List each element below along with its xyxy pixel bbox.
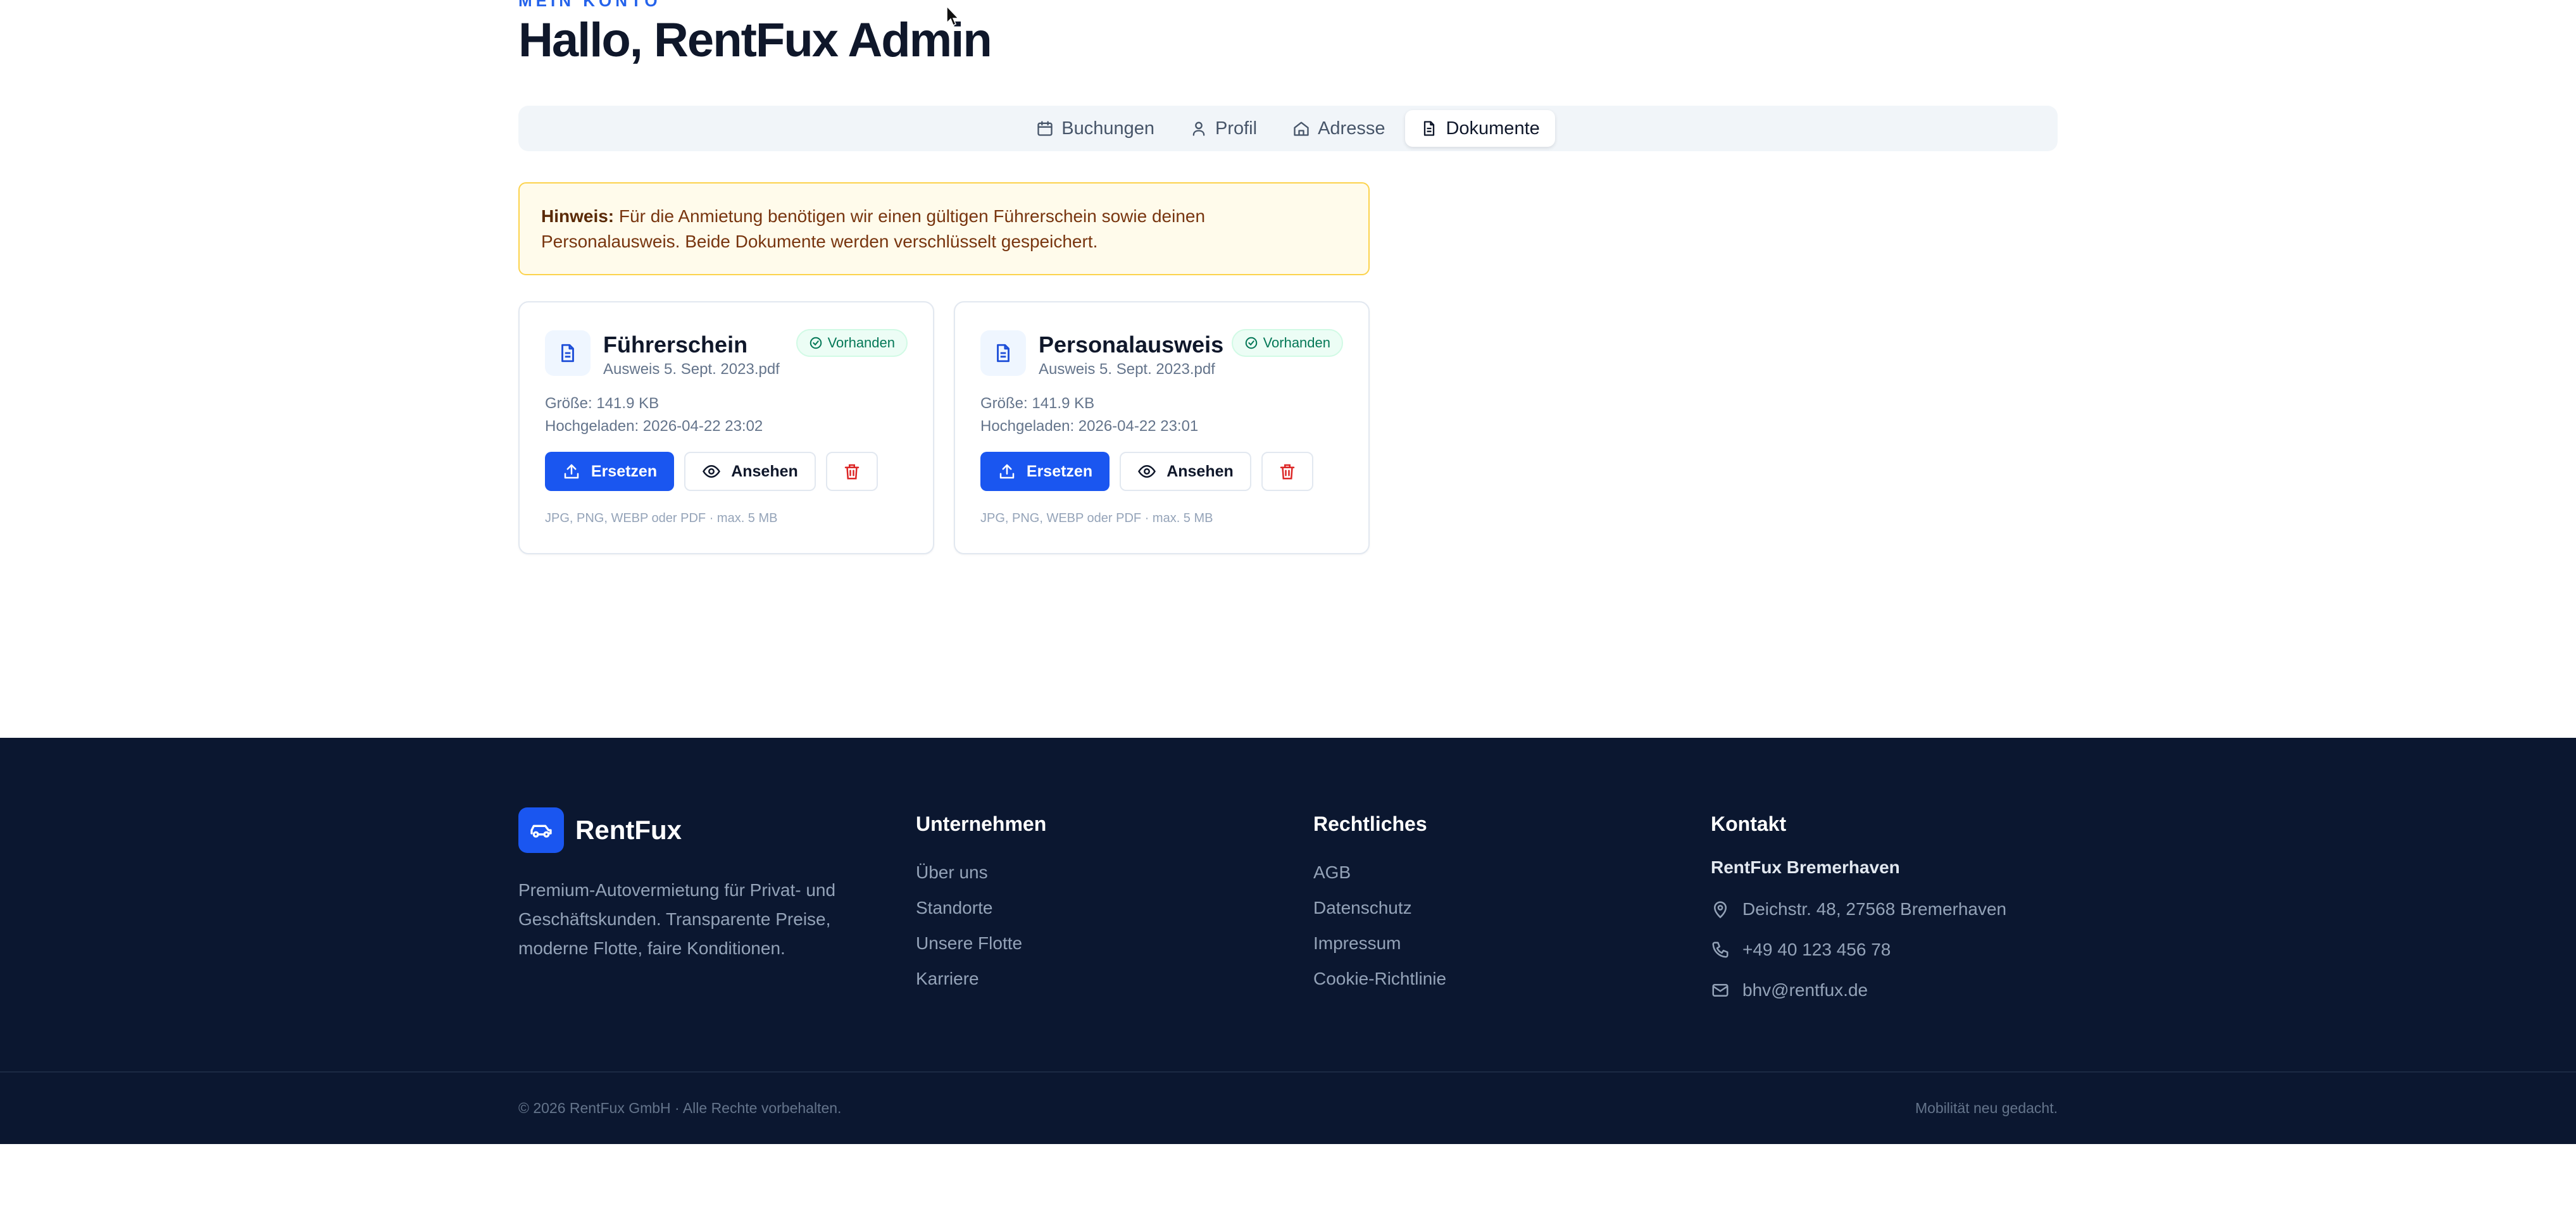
file-text-icon (1424, 121, 1435, 136)
tab-buchungen[interactable]: Buchungen (1021, 110, 1170, 147)
mail-icon (1712, 984, 1729, 997)
status-badge: Vorhanden (1231, 329, 1343, 357)
footer-phone[interactable]: +49 40 123 456 78 (1711, 930, 2006, 970)
tab-profil[interactable]: Profil (1175, 110, 1272, 147)
view-label: Ansehen (731, 462, 798, 480)
notice-text: Für die Anmietung benötigen wir einen gü… (541, 206, 1206, 251)
file-text-icon (997, 344, 1010, 363)
phone-text: +49 40 123 456 78 (1742, 940, 1891, 959)
footer-link-ueber-uns[interactable]: Über uns (916, 855, 1046, 890)
upload-hint: JPG, PNG, WEBP oder PDF · max. 5 MB (545, 511, 778, 525)
document-title: Personalausweis (1039, 332, 1224, 358)
email-text: bhv@rentfux.de (1742, 980, 1868, 1000)
footer-branch: RentFux Bremerhaven (1711, 857, 1900, 877)
home-icon (1294, 121, 1309, 136)
footer-contact: Kontakt RentFux Bremerhaven Deichstr. 48… (1711, 812, 2006, 1011)
tab-dokumente[interactable]: Dokumente (1405, 110, 1555, 147)
footer-description: Premium-Autovermietung für Privat- und G… (518, 880, 836, 958)
tab-adresse[interactable]: Adresse (1277, 110, 1400, 147)
footer-heading: Kontakt (1711, 812, 1787, 835)
notice-prefix: Hinweis: (541, 206, 615, 226)
footer-tagline: Mobilität neu gedacht. (1915, 1100, 2058, 1116)
document-card-personalausweis: Personalausweis Ausweis 5. Sept. 2023.pd… (954, 301, 1370, 554)
trash-icon (1280, 464, 1295, 480)
document-filename: Ausweis 5. Sept. 2023.pdf (1039, 361, 1215, 378)
upload-icon (564, 464, 579, 479)
check-circle-icon (810, 337, 822, 349)
site-footer: RentFux Premium-Autovermietung für Priva… (0, 738, 2576, 1144)
footer-link-standorte[interactable]: Standorte (916, 890, 1046, 926)
view-button[interactable]: Ansehen (1120, 452, 1251, 491)
car-logo-icon (518, 807, 564, 853)
tab-label: Profil (1215, 118, 1258, 139)
view-label: Ansehen (1166, 462, 1234, 480)
tab-label: Buchungen (1061, 118, 1154, 139)
footer-address: Deichstr. 48, 27568 Bremerhaven (1711, 889, 2006, 930)
status-badge: Vorhanden (796, 329, 908, 357)
page-title: Hallo, RentFux Admin (518, 13, 992, 67)
footer-divider (0, 1071, 2576, 1073)
document-card-fuehrerschein: Führerschein Ausweis 5. Sept. 2023.pdf V… (518, 301, 934, 554)
map-pin-icon (1713, 901, 1727, 919)
document-uploaded: Hochgeladen: 2026-04-22 23:02 (545, 418, 763, 435)
phone-icon (1712, 942, 1729, 958)
status-label: Vorhanden (827, 335, 895, 351)
file-text-icon (561, 344, 574, 363)
tab-label: Dokumente (1446, 118, 1540, 139)
status-label: Vorhanden (1263, 335, 1330, 351)
footer-link-karriere[interactable]: Karriere (916, 961, 1046, 997)
replace-label: Ersetzen (591, 462, 658, 480)
upload-icon (999, 464, 1015, 479)
account-tabs: Buchungen Profil Adresse Dokumente (518, 106, 2058, 151)
footer-email[interactable]: bhv@rentfux.de (1711, 970, 2006, 1011)
document-size: Größe: 141.9 KB (545, 395, 660, 412)
document-notice: Hinweis: Für die Anmietung benötigen wir… (518, 182, 1370, 275)
replace-label: Ersetzen (1026, 462, 1093, 480)
footer-link-agb[interactable]: AGB (1313, 855, 1446, 890)
replace-button[interactable]: Ersetzen (545, 452, 674, 491)
document-size: Größe: 141.9 KB (980, 395, 1095, 412)
address-text: Deichstr. 48, 27568 Bremerhaven (1742, 899, 2007, 919)
document-actions: Ersetzen Ansehen (980, 452, 1313, 491)
footer-heading: Unternehmen (916, 812, 1047, 835)
mouse-cursor-icon (946, 5, 960, 27)
document-filename: Ausweis 5. Sept. 2023.pdf (603, 361, 780, 378)
document-uploaded: Hochgeladen: 2026-04-22 23:01 (980, 418, 1199, 435)
delete-button[interactable] (1261, 452, 1313, 491)
check-circle-icon (1245, 337, 1257, 349)
footer-link-datenschutz[interactable]: Datenschutz (1313, 890, 1446, 926)
footer-copyright: © 2026 RentFux GmbH · Alle Rechte vorbeh… (518, 1100, 842, 1116)
tab-label: Adresse (1318, 118, 1385, 139)
delete-button[interactable] (826, 452, 878, 491)
eye-icon (703, 464, 721, 478)
upload-hint: JPG, PNG, WEBP oder PDF · max. 5 MB (980, 511, 1213, 525)
document-icon-wrap (545, 330, 591, 376)
document-title: Führerschein (603, 332, 748, 358)
user-icon (1192, 121, 1205, 136)
page-eyebrow: MEIN KONTO (518, 0, 661, 10)
view-button[interactable]: Ansehen (684, 452, 816, 491)
calendar-icon (1037, 121, 1053, 136)
footer-brand[interactable]: RentFux (518, 807, 682, 853)
document-actions: Ersetzen Ansehen (545, 452, 878, 491)
replace-button[interactable]: Ersetzen (980, 452, 1110, 491)
footer-link-flotte[interactable]: Unsere Flotte (916, 926, 1046, 961)
footer-link-cookies[interactable]: Cookie-Richtlinie (1313, 961, 1446, 997)
document-icon-wrap (980, 330, 1026, 376)
footer-company: Unternehmen Über uns Standorte Unsere Fl… (916, 812, 1046, 997)
eye-icon (1138, 464, 1156, 478)
footer-brand-name: RentFux (575, 815, 682, 845)
trash-icon (844, 464, 860, 480)
footer-legal: Rechtliches AGB Datenschutz Impressum Co… (1313, 812, 1446, 997)
footer-link-impressum[interactable]: Impressum (1313, 926, 1446, 961)
footer-heading: Rechtliches (1313, 812, 1427, 835)
